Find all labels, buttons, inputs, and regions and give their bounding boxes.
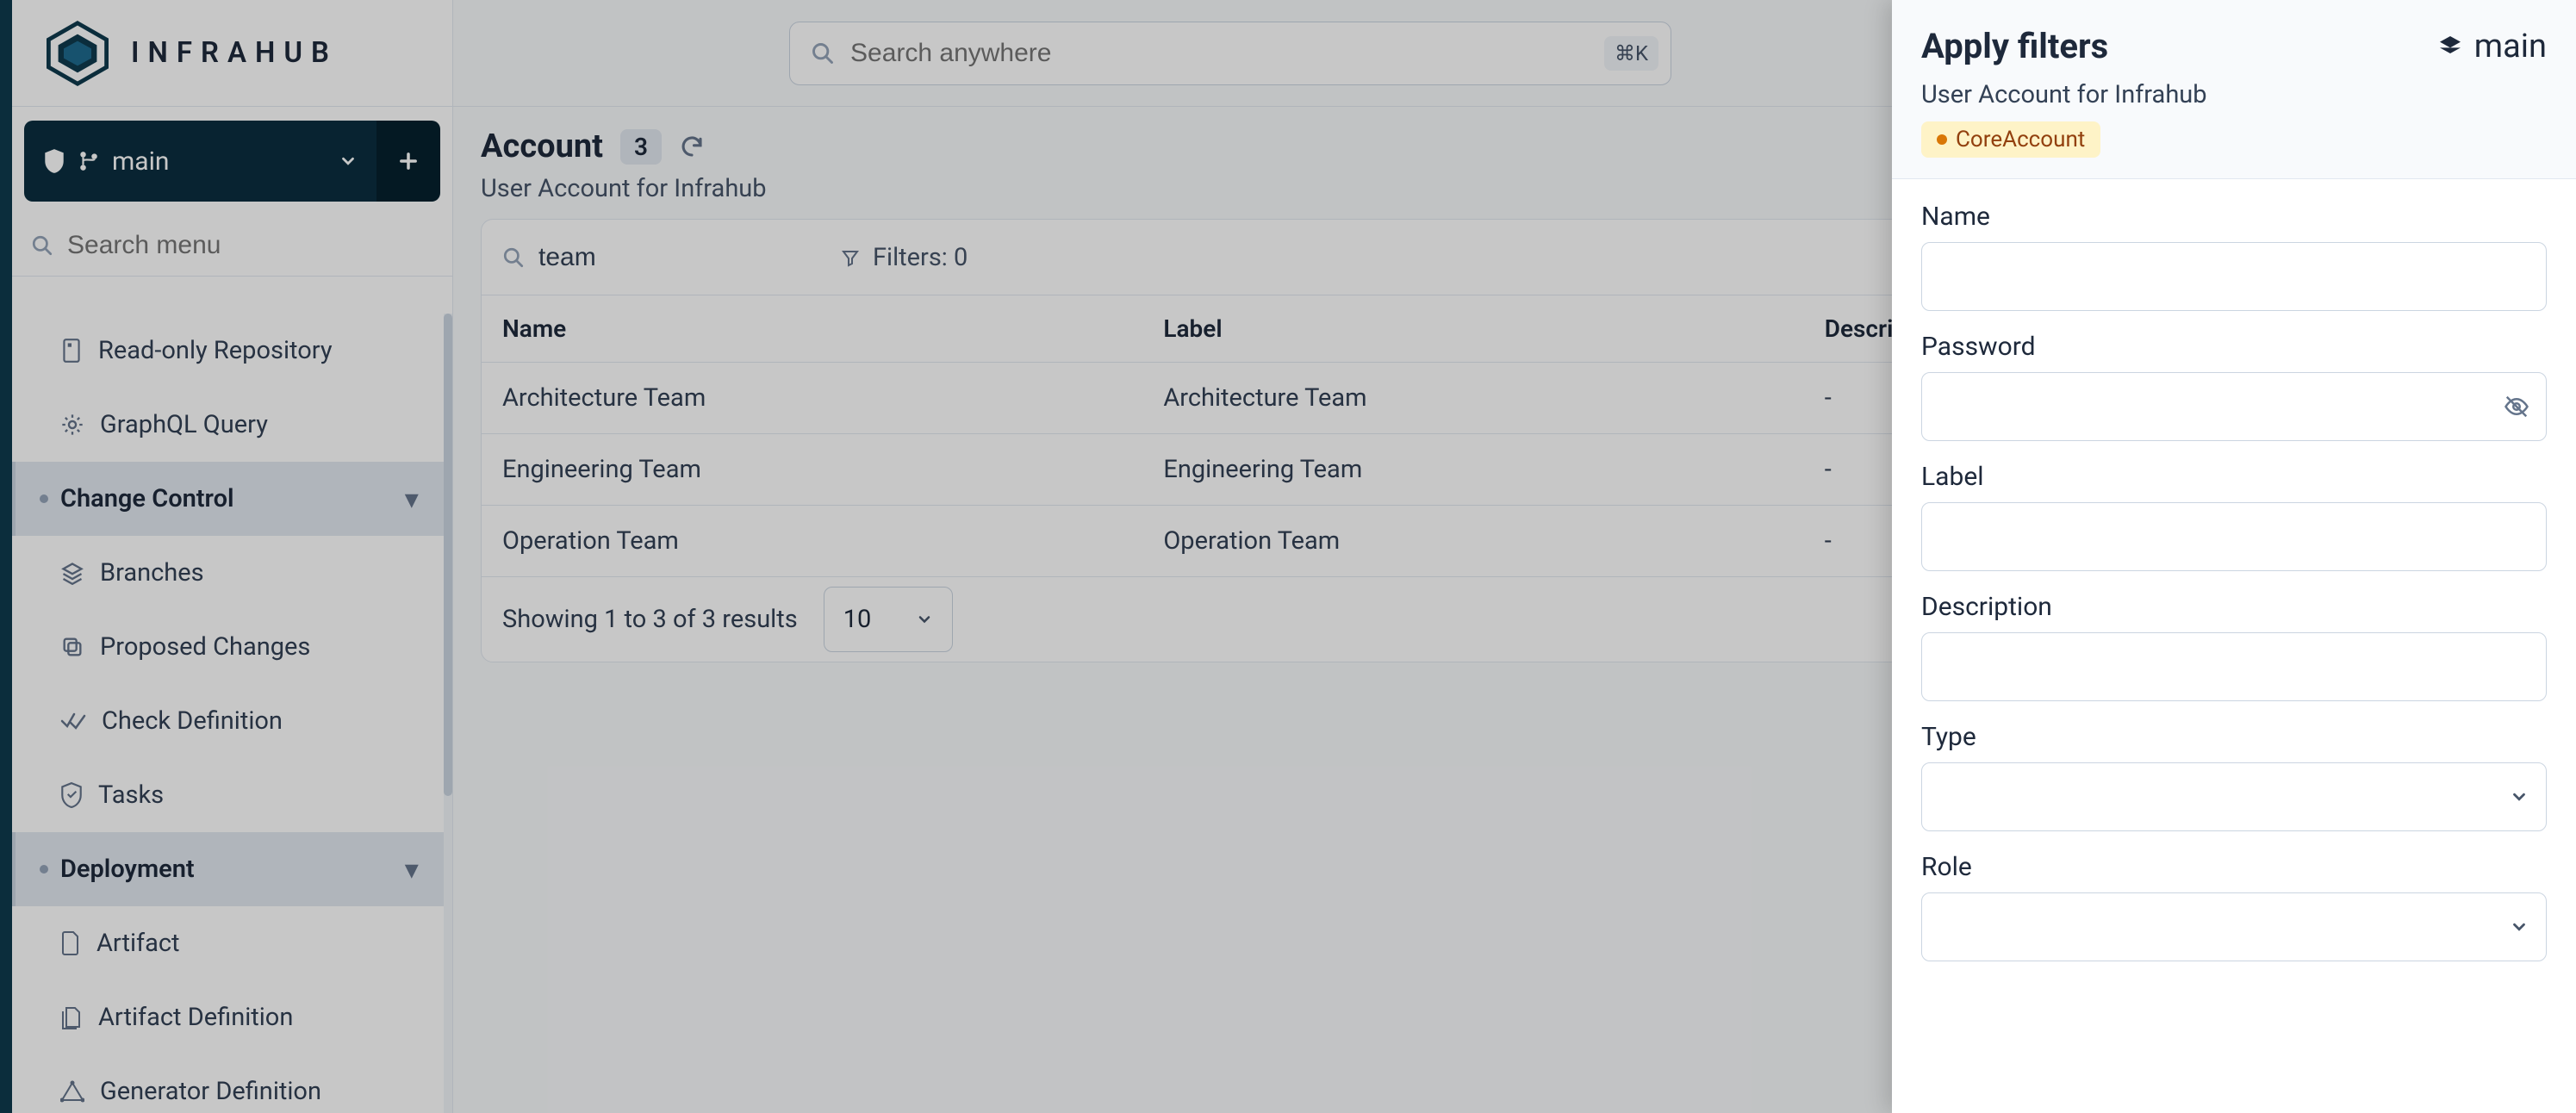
kind-tag: CoreAccount bbox=[1921, 121, 2100, 158]
drawer-header: Apply filters main User Account for Infr… bbox=[1892, 0, 2576, 179]
layers-icon bbox=[2436, 33, 2464, 60]
field-description: Description bbox=[1921, 592, 2547, 701]
dot-icon bbox=[1937, 134, 1947, 145]
chevron-down-icon bbox=[2510, 787, 2529, 806]
drawer-title: Apply filters bbox=[1921, 26, 2108, 66]
password-input[interactable] bbox=[1921, 372, 2547, 441]
kind-tag-label: CoreAccount bbox=[1956, 127, 2085, 152]
eye-off-icon[interactable] bbox=[2504, 394, 2529, 420]
drawer-body: Name Password Label Description Type Rol… bbox=[1892, 179, 2576, 984]
field-label: Type bbox=[1921, 722, 2547, 752]
field-role: Role bbox=[1921, 852, 2547, 961]
field-type: Type bbox=[1921, 722, 2547, 831]
drawer-subtitle: User Account for Infrahub bbox=[1921, 80, 2547, 109]
name-input[interactable] bbox=[1921, 242, 2547, 311]
drawer-branch-name: main bbox=[2474, 28, 2547, 65]
role-select[interactable] bbox=[1921, 892, 2547, 961]
filters-drawer: Apply filters main User Account for Infr… bbox=[1892, 0, 2576, 1113]
chevron-down-icon bbox=[2510, 917, 2529, 936]
field-label: Description bbox=[1921, 592, 2547, 622]
field-label: Password bbox=[1921, 332, 2547, 362]
field-label-f: Label bbox=[1921, 462, 2547, 571]
field-label: Role bbox=[1921, 852, 2547, 882]
field-name: Name bbox=[1921, 202, 2547, 311]
label-input[interactable] bbox=[1921, 502, 2547, 571]
field-label: Name bbox=[1921, 202, 2547, 232]
drawer-branch: main bbox=[2436, 28, 2547, 65]
field-password: Password bbox=[1921, 332, 2547, 441]
type-select[interactable] bbox=[1921, 762, 2547, 831]
field-label: Label bbox=[1921, 462, 2547, 492]
description-input[interactable] bbox=[1921, 632, 2547, 701]
